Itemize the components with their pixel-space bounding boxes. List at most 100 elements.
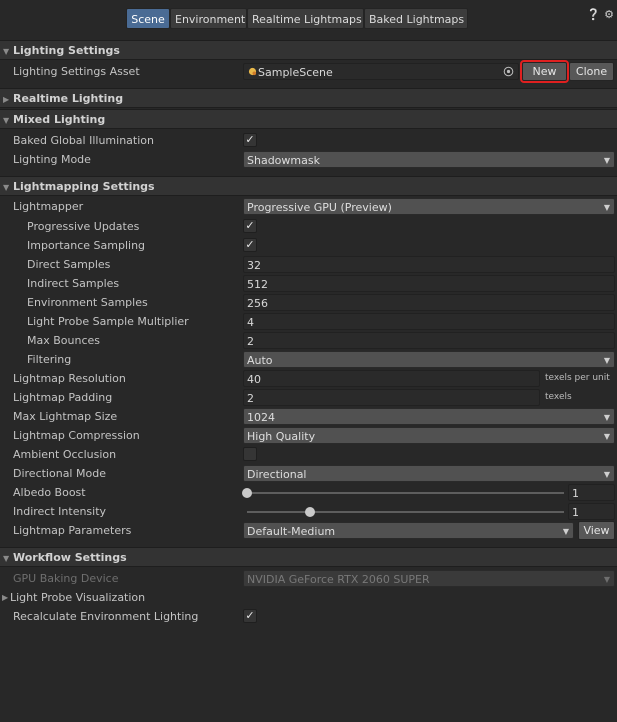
recalculate-environment-checkbox[interactable]: ✓ [243,609,257,623]
section-title: Mixed Lighting [13,113,106,126]
lighting-mode-dropdown[interactable]: Shadowmask ▼ [243,151,615,168]
section-title: Lightmapping Settings [13,180,155,193]
lightmapper-dropdown[interactable]: Progressive GPU (Preview) ▼ [243,198,615,215]
field-label: Filtering [27,353,72,366]
importance-sampling-checkbox[interactable]: ✓ [243,238,257,252]
lightmap-compression-dropdown[interactable]: High Quality ▼ [243,427,615,444]
field-label: Max Bounces [27,334,101,347]
section-title: Realtime Lighting [13,92,124,105]
indirect-intensity-slider-thumb[interactable] [305,507,316,517]
tab-scene[interactable]: Scene [126,8,170,29]
row-ambient-occlusion: Ambient Occlusion [0,445,617,464]
row-indirect-intensity: Indirect Intensity 1 [0,502,617,521]
clone-button[interactable]: Clone [569,62,614,81]
dropdown-arrow-icon: ▼ [603,203,610,212]
dropdown-value: High Quality [247,430,316,443]
lightmap-parameters-dropdown[interactable]: Default-Medium ▼ [243,522,574,539]
field-label: Lightmap Compression [13,429,140,442]
row-lighting-mode: Lighting Mode Shadowmask ▼ [0,150,617,169]
albedo-boost-slider-thumb[interactable] [242,488,252,498]
gpu-baking-device-dropdown: NVIDIA GeForce RTX 2060 SUPER ▼ [243,570,615,587]
section-lightmapping-settings[interactable]: ▼ Lightmapping Settings [0,176,617,196]
max-bounces-input[interactable]: 2 [243,332,615,349]
section-realtime-lighting[interactable]: ▶ Realtime Lighting [0,88,617,108]
asset-value: SampleScene [258,66,333,79]
indirect-intensity-input[interactable]: 1 [568,503,615,520]
probe-multiplier-input[interactable]: 4 [243,313,615,330]
dropdown-value: Progressive GPU (Preview) [247,201,392,214]
row-lightmap-compression: Lightmap Compression High Quality ▼ [0,426,617,445]
tab-realtime-lightmaps[interactable]: Realtime Lightmaps [247,8,364,29]
section-lighting-settings[interactable]: ▼ Lighting Settings [0,40,617,60]
row-max-lightmap-size: Max Lightmap Size 1024 ▼ [0,407,617,426]
progressive-updates-checkbox[interactable]: ✓ [243,219,257,233]
field-label: Light Probe Sample Multiplier [27,315,189,328]
help-icon[interactable]: ❔ [587,8,601,21]
object-picker-icon[interactable] [503,66,514,77]
row-lightmapper: Lightmapper Progressive GPU (Preview) ▼ [0,197,617,216]
section-title: Workflow Settings [13,551,127,564]
direct-samples-input[interactable]: 32 [243,256,615,273]
row-lighting-settings-asset: Lighting Settings Asset SampleScene New … [0,60,617,83]
field-label: Lighting Settings Asset [13,65,140,78]
lightmap-padding-input[interactable]: 2 [243,389,540,406]
environment-samples-input[interactable]: 256 [243,294,615,311]
new-button[interactable]: New [520,60,569,83]
foldout-arrow-icon: ▶ [2,593,9,602]
resolution-unit: texels per unit [545,373,610,383]
field-label: Indirect Intensity [13,505,107,518]
field-label: Lightmap Padding [13,391,113,404]
lighting-settings-asset-field[interactable]: SampleScene [243,63,519,80]
indirect-intensity-slider-track[interactable] [247,511,564,513]
max-lightmap-size-dropdown[interactable]: 1024 ▼ [243,408,615,425]
row-directional-mode: Directional Mode Directional ▼ [0,464,617,483]
field-label: Progressive Updates [27,220,140,233]
field-label: Light Probe Visualization [10,591,146,604]
baked-gi-checkbox[interactable]: ✓ [243,133,257,147]
section-title: Lighting Settings [13,44,120,57]
row-max-bounces: Max Bounces 2 [0,331,617,350]
window-icons: ❔ ⚙ [587,8,614,21]
row-lightmap-parameters: Lightmap Parameters Default-Medium ▼ Vie… [0,521,617,540]
directional-mode-dropdown[interactable]: Directional ▼ [243,465,615,482]
expanded-arrow-icon: ▼ [3,116,10,125]
gear-icon[interactable]: ⚙ [604,8,614,21]
expanded-arrow-icon: ▼ [3,183,10,192]
lightmap-resolution-input[interactable]: 40 [243,370,540,387]
section-mixed-lighting[interactable]: ▼ Mixed Lighting [0,109,617,129]
row-environment-samples: Environment Samples 256 [0,293,617,312]
field-label: Max Lightmap Size [13,410,118,423]
field-label: Environment Samples [27,296,148,309]
padding-unit: texels [545,392,572,402]
field-label: Lighting Mode [13,153,91,166]
field-label: Importance Sampling [27,239,146,252]
row-importance-sampling: Importance Sampling ✓ [0,236,617,255]
section-workflow-settings[interactable]: ▼ Workflow Settings [0,547,617,567]
row-light-probe-visualization[interactable]: ▶ Light Probe Visualization [0,588,617,607]
field-label: Ambient Occlusion [13,448,117,461]
field-label: Lightmap Parameters [13,524,132,537]
row-indirect-samples: Indirect Samples 512 [0,274,617,293]
albedo-boost-slider-track[interactable] [247,492,564,494]
view-button[interactable]: View [578,521,615,540]
row-direct-samples: Direct Samples 32 [0,255,617,274]
dropdown-arrow-icon: ▼ [603,413,610,422]
expanded-arrow-icon: ▼ [3,47,10,56]
indirect-samples-input[interactable]: 512 [243,275,615,292]
tab-baked-lightmaps[interactable]: Baked Lightmaps [364,8,468,29]
ambient-occlusion-checkbox[interactable] [243,447,257,461]
dropdown-value: Default-Medium [247,525,336,538]
field-label: GPU Baking Device [13,572,119,585]
dropdown-value: Auto [247,354,273,367]
field-label: Direct Samples [27,258,111,271]
dropdown-value: Shadowmask [247,154,320,167]
albedo-boost-input[interactable]: 1 [568,484,615,501]
tab-environment[interactable]: Environment [170,8,247,29]
row-recalculate-environment-lighting: Recalculate Environment Lighting ✓ [0,607,617,626]
field-label: Lightmap Resolution [13,372,126,385]
field-label: Recalculate Environment Lighting [13,610,199,623]
expanded-arrow-icon: ▼ [3,554,10,563]
filtering-dropdown[interactable]: Auto ▼ [243,351,615,368]
dropdown-arrow-icon: ▼ [562,527,569,536]
dropdown-arrow-icon: ▼ [603,470,610,479]
